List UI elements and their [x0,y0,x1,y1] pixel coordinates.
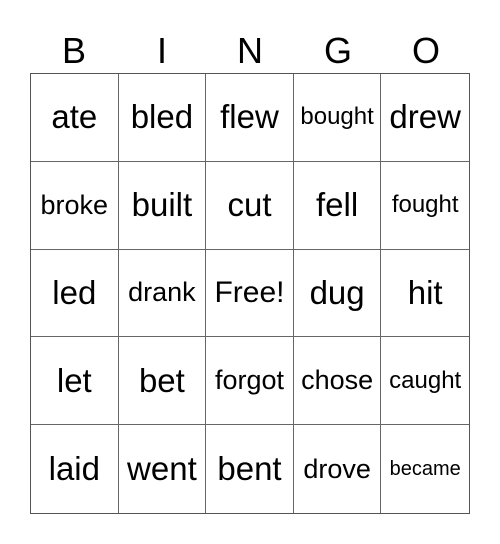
header-letter-b: B [61,30,86,71]
bingo-cell[interactable]: dug [293,249,382,338]
bingo-cell[interactable]: became [381,425,469,513]
bingo-cell[interactable]: went [119,425,207,513]
bingo-cell[interactable]: led [31,249,119,338]
bingo-cell[interactable]: ate [31,74,119,162]
bingo-cell[interactable]: fought [381,162,469,250]
bingo-cell[interactable]: flew [206,74,294,162]
bingo-cell[interactable]: drank [118,249,207,338]
free-space-cell[interactable]: Free! [206,249,294,338]
header-letter-g: G [323,30,352,71]
bingo-cell[interactable]: forgot [206,337,294,426]
bingo-cell[interactable]: fell [293,161,382,250]
bingo-cell[interactable]: chose [293,337,382,426]
bingo-cell[interactable]: bet [118,337,207,426]
bingo-cell[interactable]: bought [293,74,382,162]
header-letter-o: O [411,30,440,71]
bingo-cell[interactable]: bent [206,425,294,513]
bingo-cell[interactable]: drew [381,74,469,162]
bingo-cell[interactable]: bled [118,74,207,162]
bingo-cell[interactable]: broke [31,161,119,250]
bingo-cell[interactable]: caught [381,337,469,426]
bingo-cell[interactable]: drove [294,425,382,513]
bingo-cell[interactable]: laid [31,425,119,513]
header-letter-n: N [237,30,263,71]
bingo-cell[interactable]: cut [206,161,294,250]
bingo-grid: ate bled flew bought drew broke built cu… [30,73,470,514]
bingo-cell[interactable]: hit [381,250,469,338]
bingo-cell[interactable]: built [118,161,207,250]
bingo-header: B I N G O [30,28,470,74]
bingo-cell[interactable]: let [31,337,119,426]
header-letter-i: I [156,30,167,71]
